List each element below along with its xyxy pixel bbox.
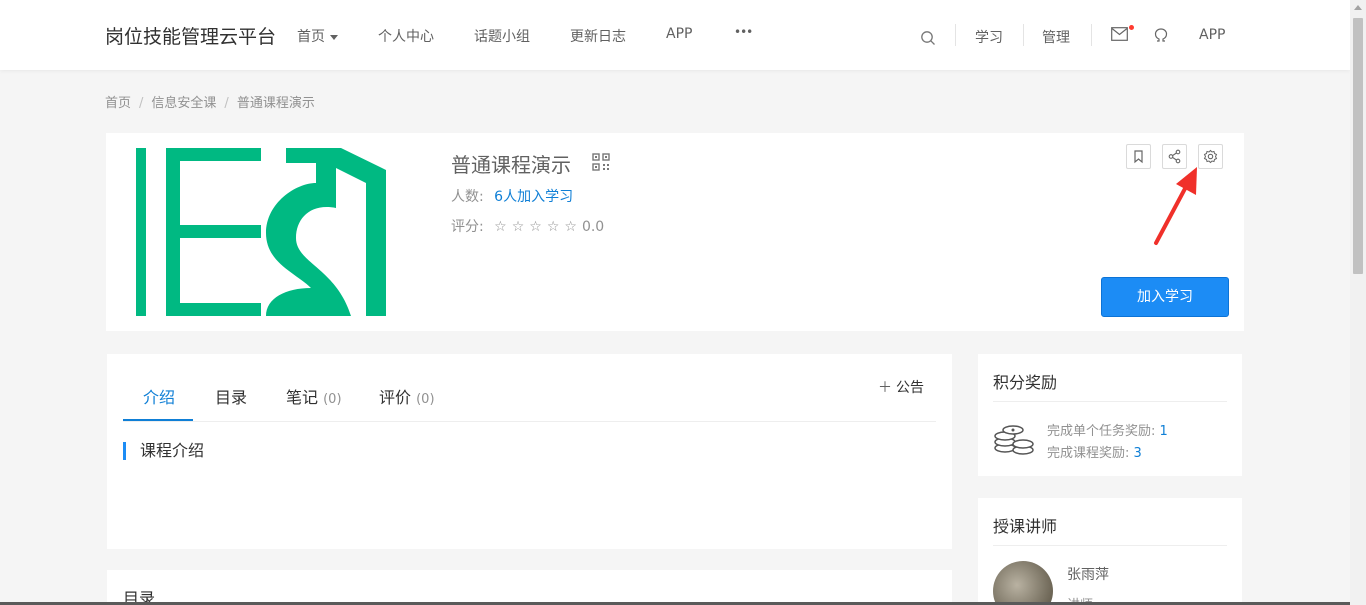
- course-cover-image: [136, 148, 386, 316]
- reward-course: 完成课程奖励: 3: [1047, 442, 1142, 461]
- students-suffix: 人加入学习: [503, 189, 574, 205]
- rewards-card: 积分奖励 完成单个任务奖励: 1 完成课程奖励: 3: [978, 354, 1242, 476]
- section-title-intro: 课程介绍: [123, 442, 204, 460]
- header-divider: [1091, 24, 1092, 46]
- page-scrollbar[interactable]: [1350, 0, 1366, 605]
- students-count: 6: [494, 189, 504, 205]
- tab-intro[interactable]: 介绍: [143, 384, 175, 408]
- tab-divider: [123, 421, 936, 422]
- tab-intro-label: 介绍: [143, 388, 176, 407]
- reward-single-task-label: 完成单个任务奖励:: [1047, 424, 1156, 439]
- coins-icon: [994, 425, 1034, 455]
- search-icon[interactable]: [920, 30, 936, 46]
- nav-topic-groups[interactable]: 话题小组: [474, 26, 530, 46]
- nav-app[interactable]: APP: [666, 26, 692, 42]
- rating-value: 0.0: [581, 219, 605, 235]
- breadcrumb-separator: /: [224, 96, 229, 111]
- reward-course-label: 完成课程奖励:: [1047, 446, 1130, 461]
- scroll-thumb[interactable]: [1353, 18, 1363, 274]
- nav-home[interactable]: 首页: [297, 26, 338, 46]
- teacher-divider: [993, 545, 1227, 546]
- rating-stars-icon: ☆☆☆☆☆: [494, 219, 582, 235]
- breadcrumb-home[interactable]: 首页: [105, 96, 131, 111]
- course-logo-icon: [136, 148, 386, 316]
- plus-icon: ＋: [878, 380, 892, 396]
- teacher-card-title: 授课讲师: [993, 517, 1058, 536]
- breadcrumb-current: 普通课程演示: [236, 96, 315, 111]
- chevron-down-icon: [330, 34, 338, 40]
- notification-dot: [1129, 25, 1134, 30]
- tab-notes[interactable]: 笔记 (0): [286, 384, 342, 408]
- reward-course-value: 3: [1133, 446, 1142, 461]
- rewards-title: 积分奖励: [993, 373, 1058, 392]
- header-divider: [955, 24, 956, 46]
- qrcode-icon[interactable]: [592, 153, 610, 171]
- header-divider: [1023, 24, 1024, 46]
- tab-reviews[interactable]: 评价 (0): [379, 384, 435, 408]
- course-students: 人数: 6人加入学习: [451, 186, 573, 206]
- tab-notes-label: 笔记: [286, 388, 319, 407]
- course-title: 普通课程演示: [451, 153, 571, 177]
- breadcrumb: 首页 / 信息安全课 / 普通课程演示: [105, 92, 315, 111]
- scroll-up-arrow-icon[interactable]: [1354, 5, 1362, 10]
- mail-icon[interactable]: [1111, 27, 1128, 41]
- bookmark-button[interactable]: [1126, 144, 1151, 169]
- tab-notes-count: (0): [323, 392, 342, 407]
- rating-label: 评分:: [451, 219, 484, 235]
- tab-reviews-count: (0): [416, 392, 435, 407]
- course-detail-card: 介绍 目录 笔记 (0) 评价 (0) ＋公告 课程介绍: [107, 354, 952, 549]
- teacher-card: 授课讲师 张雨萍 讲师: [978, 498, 1242, 605]
- bookmark-icon: [1134, 150, 1143, 164]
- annotation-arrow-icon: [1154, 167, 1197, 245]
- breadcrumb-separator: /: [139, 96, 144, 111]
- breadcrumb-category[interactable]: 信息安全课: [151, 96, 216, 111]
- nav-more[interactable]: •••: [734, 25, 753, 39]
- tab-catalog[interactable]: 目录: [215, 384, 247, 408]
- header-manage-link[interactable]: 管理: [1042, 27, 1070, 47]
- header-app-link[interactable]: APP: [1199, 27, 1225, 43]
- teacher-avatar[interactable]: [993, 561, 1053, 605]
- add-notice-button[interactable]: ＋公告: [878, 377, 924, 397]
- teacher-name[interactable]: 张雨萍: [1067, 564, 1109, 584]
- tab-reviews-label: 评价: [379, 388, 412, 407]
- notice-label: 公告: [896, 380, 924, 396]
- nav-home-label: 首页: [297, 29, 325, 45]
- nav-changelog[interactable]: 更新日志: [570, 26, 626, 46]
- user-icon[interactable]: [1154, 28, 1168, 42]
- header-study-link[interactable]: 学习: [975, 27, 1003, 47]
- reward-single-task-value: 1: [1159, 424, 1168, 439]
- tab-catalog-label: 目录: [215, 388, 248, 407]
- join-course-button[interactable]: 加入学习: [1101, 277, 1229, 317]
- rewards-divider: [993, 401, 1227, 402]
- students-label: 人数:: [451, 189, 484, 205]
- nav-personal-center[interactable]: 个人中心: [378, 26, 434, 46]
- course-header-card: 普通课程演示 人数: 6人加入学习 评分: ☆☆☆☆☆0.0 加入学习: [106, 133, 1244, 331]
- gear-icon: [1203, 149, 1218, 164]
- reward-single-task: 完成单个任务奖励: 1: [1047, 420, 1168, 439]
- catalog-card: 目录: [107, 570, 952, 605]
- top-header: 岗位技能管理云平台 首页 个人中心 话题小组 更新日志 APP ••• 学习 管…: [0, 0, 1350, 70]
- course-rating: 评分: ☆☆☆☆☆0.0: [451, 216, 604, 236]
- site-logo[interactable]: 岗位技能管理云平台: [105, 22, 276, 49]
